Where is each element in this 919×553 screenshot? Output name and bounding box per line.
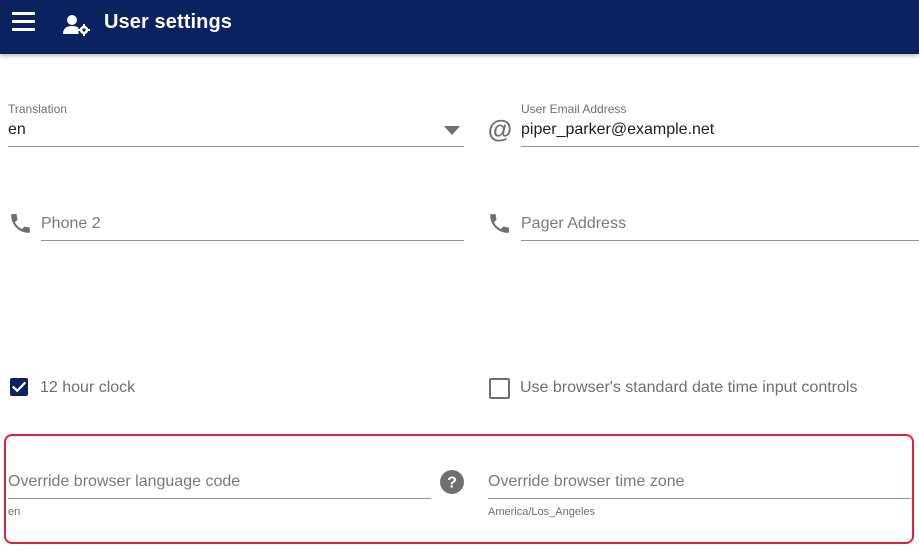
translation-label: Translation [8,102,67,116]
twelve-hour-clock-label[interactable]: 12 hour clock [40,379,135,397]
help-circle-icon[interactable]: ? [440,470,464,494]
hamburger-menu-icon[interactable] [12,12,36,32]
dropdown-arrow-icon[interactable] [444,126,460,135]
email-label: User Email Address [521,102,627,116]
app-header: User settings [0,0,919,54]
svg-text:?: ? [447,475,457,492]
twelve-hour-clock-checkbox[interactable] [10,378,28,396]
language-override-underline [8,498,431,499]
translation-underline [8,146,464,147]
phone2-placeholder[interactable]: Phone 2 [41,215,101,233]
email-value[interactable]: piper_parker@example.net [521,121,714,139]
timezone-override-hint: America/Los_Angeles [488,506,596,518]
pager-underline [521,240,919,241]
language-override-placeholder[interactable]: Override browser language code [8,473,240,491]
phone2-underline [41,240,464,241]
browser-datetime-label[interactable]: Use browser's standard date time input c… [520,379,857,397]
at-icon: @ [488,117,512,143]
checkmark-icon [11,381,27,393]
language-override-hint: en [8,506,21,518]
timezone-override-underline [488,498,911,499]
pager-placeholder[interactable]: Pager Address [521,215,626,233]
browser-datetime-checkbox[interactable] [489,378,510,399]
page-title: User settings [104,11,233,33]
phone-icon [490,214,509,233]
translation-value[interactable]: en [8,121,26,139]
user-cog-icon [63,15,90,36]
svg-text:@: @ [488,117,512,143]
email-underline [521,146,919,147]
phone-icon [11,214,30,233]
timezone-override-placeholder[interactable]: Override browser time zone [488,473,685,491]
